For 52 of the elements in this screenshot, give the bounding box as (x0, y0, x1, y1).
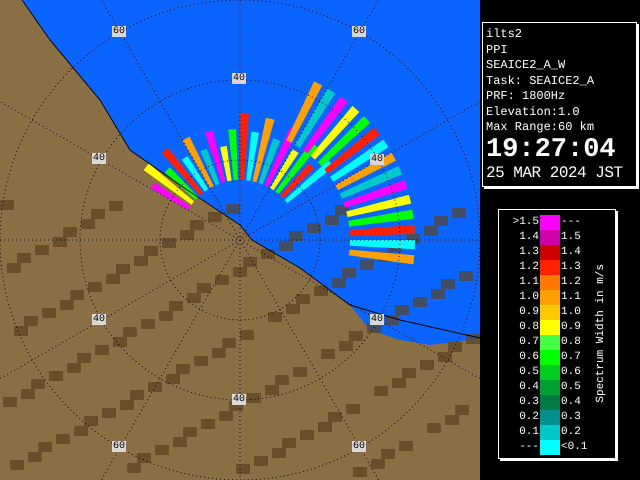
legend-lower-value: 0.4 (518, 380, 539, 394)
range-ring-label: 40 (232, 394, 246, 405)
legend-upper-value: 0.6 (561, 364, 581, 380)
range-ring-label: 60 (352, 26, 366, 37)
legend-upper-value: 0.4 (561, 394, 581, 410)
station-info-text: ilts2 (486, 27, 524, 42)
legend-upper-value: <0.1 (561, 440, 588, 454)
legend-lower-value: 1.4 (518, 230, 539, 244)
legend-upper-value: 1.1 (561, 290, 581, 304)
legend-title: Spectrum Width in m/s (594, 264, 608, 403)
legend-lower-value: 0.7 (518, 334, 539, 350)
range-ring-label: 60 (112, 441, 126, 452)
legend-upper-value: 1.5 (561, 230, 581, 244)
legend-lower-value: 0.6 (518, 350, 539, 364)
scan-time: 19:27:04 (486, 136, 617, 164)
range-ring-label: 40 (370, 154, 384, 165)
legend-upper-value: 0.5 (561, 380, 581, 394)
legend-lower-value: 0.9 (518, 304, 539, 320)
range-ring-label: 60 (112, 26, 126, 37)
legend-lower-value: 0.1 (518, 424, 539, 440)
station-info-text: Task: SEAICE2_A (486, 74, 596, 89)
station-info-text: SEAICE2_A_W (486, 58, 566, 74)
legend-lower-value: 0.2 (518, 410, 539, 424)
legend-upper-value: 0.9 (561, 320, 581, 334)
legend-upper-value: 1.2 (561, 274, 581, 290)
station-info-text: Elevation:1.0 (486, 104, 581, 120)
legend-lower-value: --- (518, 440, 539, 454)
legend-upper-value: --- (561, 214, 581, 230)
range-ring-label: 60 (352, 441, 366, 452)
station-info-text: Max Range:60 km (486, 120, 596, 136)
legend-upper-value: 1.0 (561, 304, 581, 320)
legend-upper-value: 0.3 (561, 410, 581, 424)
legend-lower-value: 1.2 (518, 260, 539, 274)
range-ring-label: 40 (370, 314, 384, 325)
station-info-text: PPI (486, 42, 509, 58)
range-ring-label: 40 (232, 73, 246, 84)
legend-upper-value: 1.3 (561, 260, 581, 274)
legend-upper-value: 0.8 (561, 334, 581, 350)
legend-upper-value: 1.4 (561, 244, 581, 260)
legend-upper-value: 0.2 (561, 424, 581, 440)
station-info-text: PRF: 1800Hz (486, 89, 566, 104)
legend-lower-value: >1.5 (512, 214, 539, 230)
range-ring-label: 40 (92, 153, 106, 164)
legend-lower-value: 0.3 (518, 394, 539, 410)
scan-date: 25 MAR 2024 JST (486, 164, 624, 182)
legend-lower-value: 1.3 (518, 244, 539, 260)
legend-lower-value: 0.5 (518, 364, 539, 380)
legend-upper-value: 0.7 (561, 350, 581, 364)
legend-lower-value: 1.0 (518, 290, 539, 304)
legend-lower-value: 0.8 (518, 320, 539, 334)
range-ring-label: 40 (92, 314, 106, 325)
legend-lower-value: 1.1 (518, 274, 539, 290)
